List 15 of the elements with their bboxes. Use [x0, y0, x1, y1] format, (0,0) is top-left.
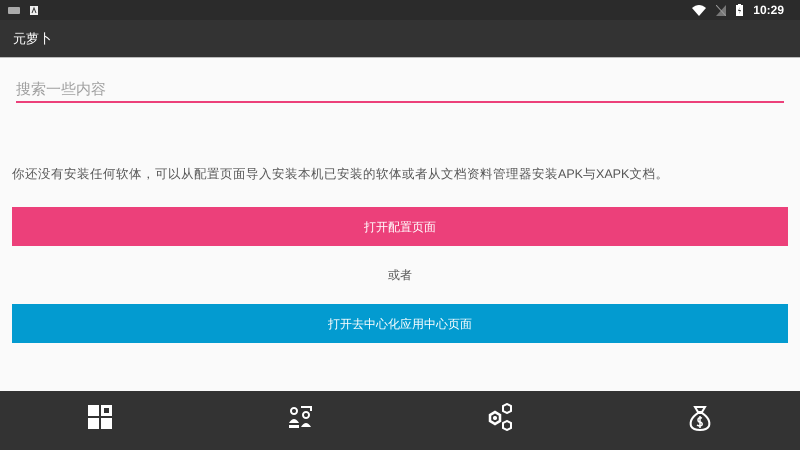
or-label: 或者	[388, 267, 412, 284]
open-config-button[interactable]: 打开配置页面	[12, 207, 788, 246]
grid-icon[interactable]	[86, 403, 114, 431]
open-app-center-button[interactable]: 打开去中心化应用中心页面	[12, 304, 788, 344]
battery-icon	[736, 4, 744, 16]
search-field[interactable]: 搜索一些内容	[16, 78, 784, 102]
app-title: 元萝卜	[13, 30, 52, 48]
wifi-icon	[692, 4, 706, 16]
people-icon[interactable]	[286, 403, 314, 431]
info-message: 你还没有安装任何软体，可以从配置页面导入安装本机已安装的软体或者从文档资料管理器安装APK与XAPK文档。	[12, 166, 670, 182]
no-signal-icon	[716, 4, 726, 16]
clock: 10:29	[753, 2, 784, 19]
notification-icon	[30, 6, 38, 14]
hexagons-icon[interactable]	[486, 403, 514, 431]
keyboard-icon	[8, 6, 20, 14]
